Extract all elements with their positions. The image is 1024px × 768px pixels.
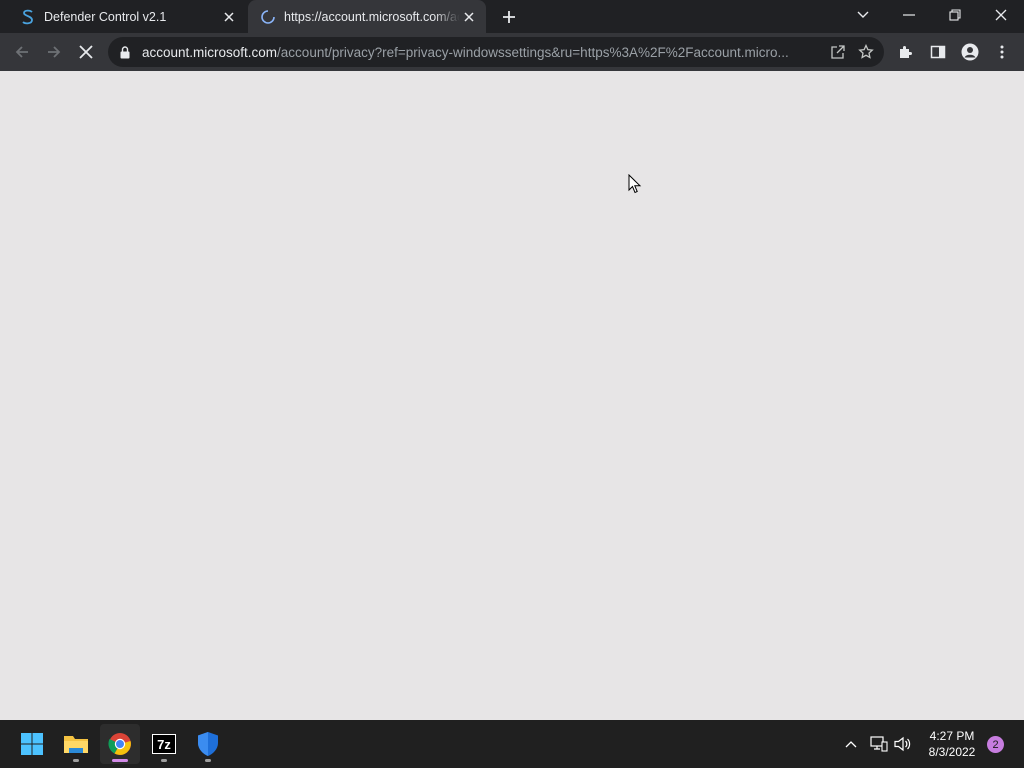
url-host: account.microsoft.com bbox=[142, 44, 278, 60]
restore-icon bbox=[949, 9, 961, 21]
bookmark-button[interactable] bbox=[852, 38, 880, 66]
chrome-button[interactable] bbox=[100, 724, 140, 764]
minimize-icon bbox=[903, 14, 915, 16]
running-indicator bbox=[161, 759, 167, 762]
avatar-icon bbox=[961, 43, 979, 61]
running-indicator bbox=[205, 759, 211, 762]
clock-date: 8/3/2022 bbox=[928, 745, 976, 759]
loading-spinner-icon bbox=[260, 9, 276, 25]
running-indicator bbox=[73, 759, 79, 762]
network-button[interactable] bbox=[868, 720, 890, 768]
back-button[interactable] bbox=[8, 38, 36, 66]
minimize-button[interactable] bbox=[886, 0, 932, 30]
arrow-left-icon bbox=[15, 46, 28, 58]
s-logo-icon bbox=[20, 9, 36, 25]
chevron-up-icon bbox=[845, 741, 857, 748]
stop-loading-button[interactable] bbox=[72, 38, 100, 66]
browser-toolbar: account.microsoft.com/account/privacy?re… bbox=[0, 33, 1024, 71]
share-icon bbox=[831, 45, 845, 59]
mouse-cursor-icon bbox=[628, 173, 642, 199]
svg-text:7z: 7z bbox=[157, 737, 171, 752]
tab-defender-control[interactable]: Defender Control v2.1 bbox=[8, 0, 246, 33]
tab-microsoft-account[interactable]: https://account.microsoft.com/account/pr… bbox=[248, 0, 486, 33]
defender-shield-icon bbox=[198, 732, 218, 756]
extensions-button[interactable] bbox=[892, 38, 920, 66]
star-icon bbox=[858, 44, 874, 59]
system-clock[interactable]: 4:27 PM 8/3/2022 bbox=[920, 728, 984, 760]
active-indicator bbox=[112, 759, 128, 762]
close-tab-icon[interactable] bbox=[220, 8, 238, 26]
kebab-menu-icon bbox=[1000, 45, 1004, 59]
forward-button[interactable] bbox=[40, 38, 68, 66]
chevron-down-icon bbox=[857, 11, 869, 18]
side-panel-button[interactable] bbox=[924, 38, 952, 66]
volume-button[interactable] bbox=[892, 720, 914, 768]
notification-badge[interactable]: 2 bbox=[987, 736, 1004, 753]
profile-button[interactable] bbox=[956, 38, 984, 66]
browser-window-frame: Defender Control v2.1 https://account.mi… bbox=[0, 0, 1024, 71]
tab-strip: Defender Control v2.1 https://account.mi… bbox=[0, 0, 1024, 33]
tab-title: https://account.microsoft.com/account/pr… bbox=[284, 9, 460, 24]
url-path: /account/privacy?ref=privacy-windowssett… bbox=[277, 44, 789, 60]
tab-title: Defender Control v2.1 bbox=[44, 9, 167, 24]
7zip-icon: 7z bbox=[152, 734, 176, 754]
defender-control-button[interactable] bbox=[188, 724, 228, 764]
share-button[interactable] bbox=[824, 38, 852, 66]
close-tab-icon[interactable] bbox=[460, 8, 478, 26]
restore-button[interactable] bbox=[932, 0, 978, 30]
file-explorer-button[interactable] bbox=[56, 724, 96, 764]
puzzle-icon bbox=[900, 46, 912, 58]
url-text[interactable]: account.microsoft.com/account/privacy?re… bbox=[142, 45, 824, 60]
address-bar[interactable]: account.microsoft.com/account/privacy?re… bbox=[108, 37, 884, 67]
side-panel-icon bbox=[930, 45, 946, 59]
lock-icon[interactable] bbox=[118, 45, 132, 59]
menu-button[interactable] bbox=[988, 38, 1016, 66]
close-icon bbox=[79, 45, 93, 59]
network-icon bbox=[870, 736, 888, 752]
start-button[interactable] bbox=[12, 724, 52, 764]
new-tab-button[interactable] bbox=[498, 6, 520, 28]
windows-taskbar: 7z 4:27 PM 8/3/2022 bbox=[0, 720, 1024, 768]
speaker-icon bbox=[894, 736, 911, 752]
close-icon bbox=[995, 9, 1007, 21]
chrome-icon bbox=[108, 733, 131, 755]
clock-time: 4:27 PM bbox=[929, 729, 975, 743]
windows-start-icon bbox=[21, 733, 43, 755]
folder-icon bbox=[64, 736, 88, 753]
7zip-button[interactable]: 7z bbox=[144, 724, 184, 764]
arrow-right-icon bbox=[48, 46, 61, 58]
show-hidden-icons-button[interactable] bbox=[840, 720, 862, 768]
plus-icon bbox=[503, 11, 515, 23]
page-content-loading bbox=[0, 71, 1024, 720]
tab-search-button[interactable] bbox=[840, 0, 886, 30]
close-window-button[interactable] bbox=[978, 0, 1024, 30]
